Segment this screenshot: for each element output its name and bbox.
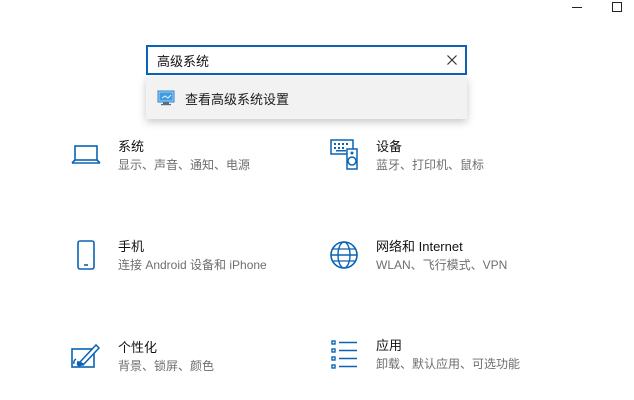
category-title: 网络和 Internet <box>376 239 463 254</box>
category-title: 个性化 <box>118 340 158 355</box>
category-devices[interactable]: 设备 蓝牙、打印机、鼠标 <box>328 139 484 173</box>
category-system[interactable]: 系统 显示、声音、通知、电源 <box>70 139 250 173</box>
clear-search-button[interactable] <box>439 47 465 73</box>
category-personalization[interactable]: 个性化 背景、锁屏、颜色 <box>70 340 214 374</box>
keyboard-speaker-icon <box>328 139 360 171</box>
globe-icon <box>328 239 360 271</box>
close-icon <box>447 55 457 65</box>
monitor-settings-icon <box>157 90 175 106</box>
maximize-button[interactable] <box>605 0 629 14</box>
paint-icon <box>70 340 102 372</box>
category-description: 卸载、默认应用、可选功能 <box>376 357 521 371</box>
search-input[interactable] <box>148 47 439 73</box>
category-title: 设备 <box>376 139 403 154</box>
suggestion-label: 查看高级系统设置 <box>185 91 290 107</box>
category-title: 系统 <box>118 139 145 154</box>
phone-icon <box>70 239 102 271</box>
category-description: 连接 Android 设备和 iPhone <box>118 258 267 272</box>
category-network[interactable]: 网络和 Internet WLAN、飞行模式、VPN <box>328 239 507 273</box>
suggestion-item[interactable]: 查看高级系统设置 <box>146 77 467 119</box>
minimize-button[interactable] <box>565 0 589 14</box>
category-apps[interactable]: 应用 卸载、默认应用、可选功能 <box>328 338 520 372</box>
category-phone[interactable]: 手机 连接 Android 设备和 iPhone <box>70 239 267 273</box>
apps-list-icon <box>328 338 360 370</box>
search-suggestions: 查看高级系统设置 <box>146 77 467 119</box>
settings-search-box[interactable] <box>146 45 467 75</box>
category-title: 应用 <box>376 338 403 353</box>
laptop-icon <box>70 139 102 171</box>
category-description: 蓝牙、打印机、鼠标 <box>376 158 485 172</box>
maximize-icon <box>612 2 622 12</box>
minimize-icon <box>572 7 582 8</box>
category-description: 背景、锁屏、颜色 <box>118 359 215 373</box>
category-description: 显示、声音、通知、电源 <box>118 158 251 172</box>
category-title: 手机 <box>118 239 145 254</box>
category-description: WLAN、飞行模式、VPN <box>376 258 508 272</box>
